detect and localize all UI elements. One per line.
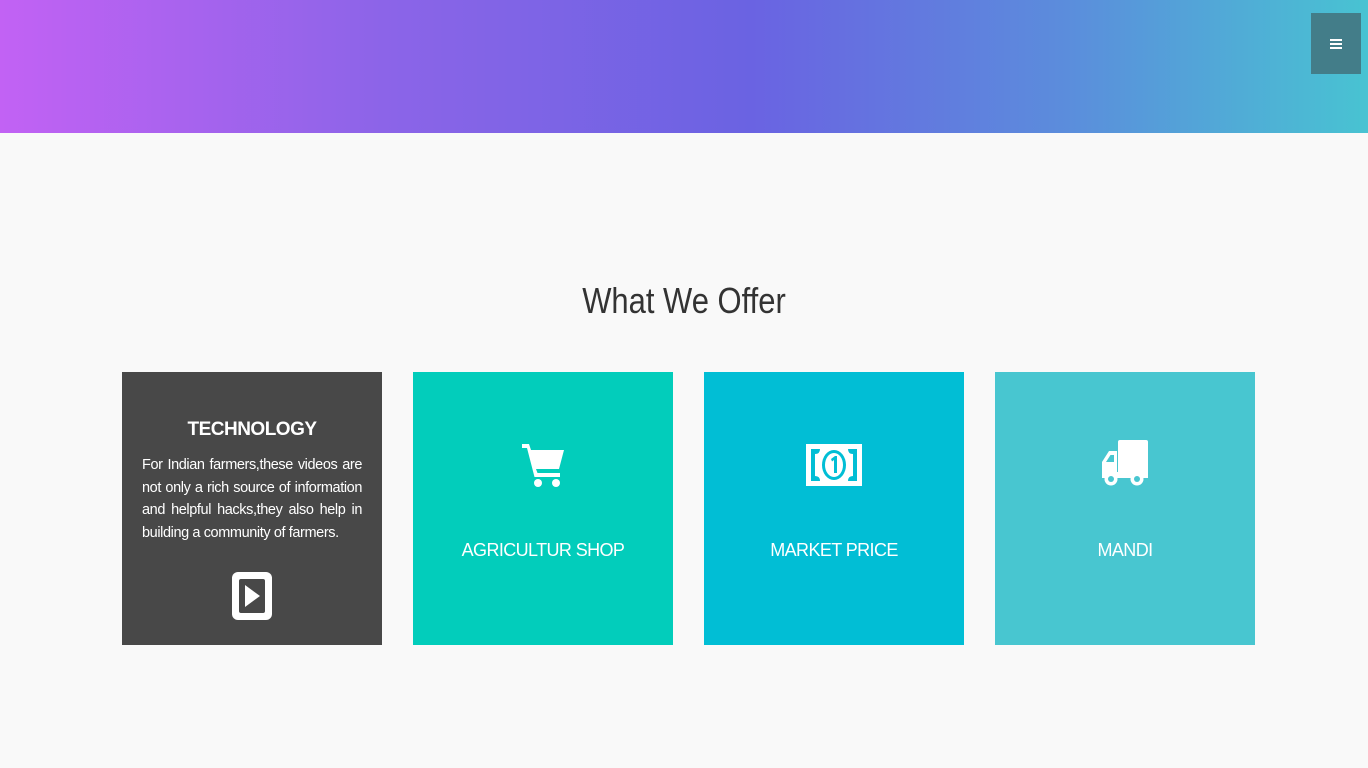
card-mandi[interactable]: MANDI bbox=[995, 372, 1255, 645]
money-bill-icon bbox=[806, 444, 862, 486]
truck-icon bbox=[1102, 440, 1148, 486]
card-label: AGRICULTUR SHOP bbox=[461, 540, 625, 560]
card-label: MANDI bbox=[1097, 540, 1154, 560]
play-icon[interactable] bbox=[230, 570, 274, 622]
menu-toggle-button[interactable] bbox=[1311, 13, 1361, 74]
card-label: MARKET PRICE bbox=[770, 540, 898, 560]
card-technology[interactable]: TECHNOLOGY For Indian farmers,these vide… bbox=[122, 372, 382, 645]
hamburger-menu-icon bbox=[1330, 38, 1342, 49]
card-agricultur-shop[interactable]: AGRICULTUR SHOP bbox=[413, 372, 673, 645]
card-market-price[interactable]: MARKET PRICE bbox=[704, 372, 964, 645]
card-description: For Indian farmers,these videos are not … bbox=[142, 457, 362, 541]
card-heading: TECHNOLOGY bbox=[187, 419, 317, 440]
header-banner bbox=[0, 0, 1368, 133]
section-title: What We Offer bbox=[582, 280, 786, 321]
shopping-cart-icon bbox=[522, 444, 564, 487]
